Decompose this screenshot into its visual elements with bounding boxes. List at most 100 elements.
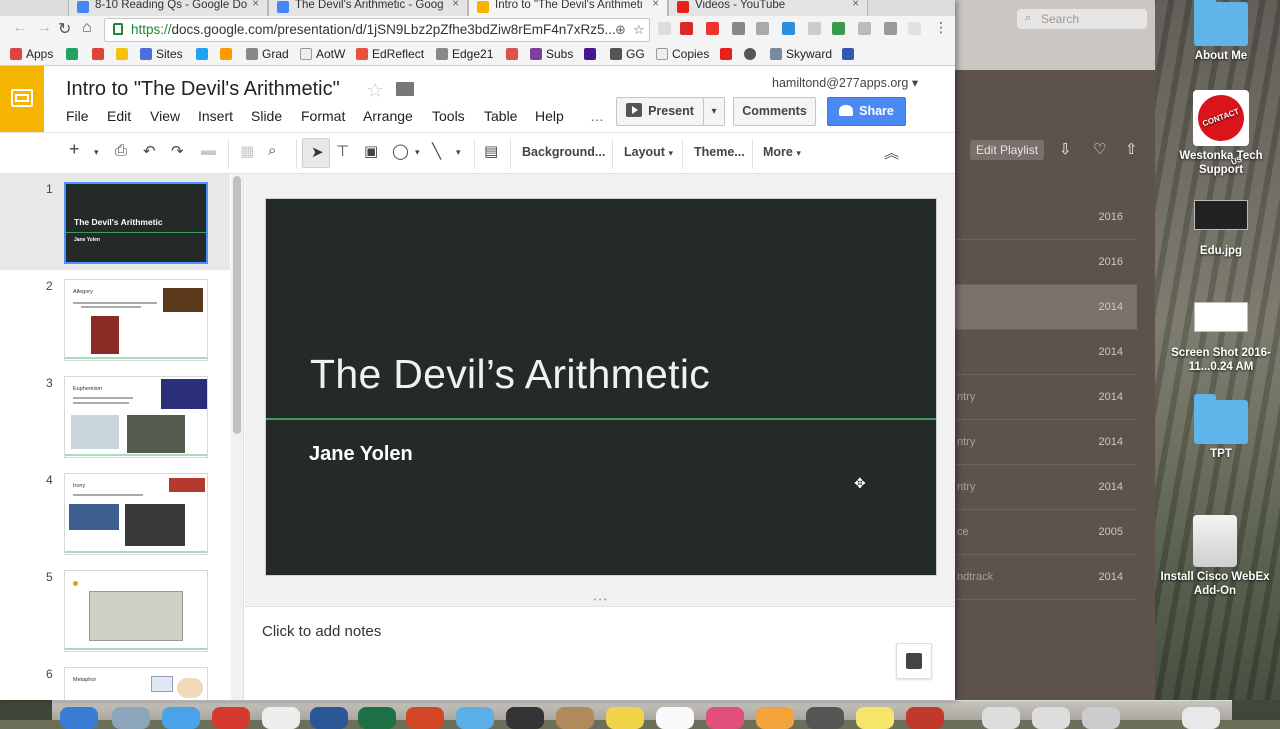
back-icon[interactable]: ←	[12, 19, 28, 37]
bookmark-extension[interactable]	[506, 47, 522, 61]
media-row[interactable]: 2014	[955, 285, 1137, 330]
reload-icon[interactable]: ↻	[58, 19, 71, 39]
filmstrip-slide-3[interactable]: 3 Euphemism	[0, 368, 230, 464]
app-icon[interactable]	[506, 707, 544, 729]
bookmark-calendar[interactable]	[842, 47, 858, 61]
chevron-down-icon[interactable]: ▾	[415, 147, 420, 158]
menu-slide[interactable]: Slide	[251, 108, 282, 124]
media-row[interactable]: ntry 2014	[955, 375, 1137, 420]
bookmark-gg[interactable]: GG	[610, 47, 645, 61]
itunes-icon[interactable]	[706, 707, 744, 729]
menu-table[interactable]: Table	[484, 108, 517, 124]
media-row[interactable]: 2014	[955, 330, 1137, 375]
close-icon[interactable]: ×	[452, 0, 459, 10]
menu-insert[interactable]: Insert	[198, 108, 233, 124]
menu-tools[interactable]: Tools	[432, 108, 465, 124]
paint-format-icon[interactable]: ▬	[201, 142, 216, 159]
extension-icon[interactable]	[808, 22, 821, 35]
browser-tab[interactable]: 8-10 Reading Qs - Google Do ×	[68, 0, 268, 16]
app-icon[interactable]	[456, 707, 494, 729]
document-icon[interactable]	[1032, 707, 1070, 729]
extension-icon[interactable]	[908, 22, 921, 35]
home-icon[interactable]: ⌂	[82, 19, 92, 37]
word-icon[interactable]	[310, 707, 348, 729]
present-dropdown-button[interactable]: ▾	[703, 97, 725, 126]
extension-icon[interactable]	[658, 22, 671, 35]
new-slide-icon[interactable]: +	[69, 139, 80, 160]
theme-button[interactable]: Theme...	[694, 145, 745, 159]
address-bar[interactable]: https://docs.google.com/presentation/d/1…	[104, 18, 650, 42]
speaker-notes-panel[interactable]: Click to add notes	[245, 606, 955, 700]
star-icon[interactable]: ☆	[366, 78, 384, 103]
filmstrip-slide-4[interactable]: 4 Irony	[0, 465, 230, 561]
bookmark-youtube[interactable]	[720, 47, 736, 61]
bookmark-twitter[interactable]	[196, 47, 212, 61]
launchpad-icon[interactable]	[112, 707, 150, 729]
desktop-icon-webex[interactable]: Install Cisco WebEx Add-On	[1160, 515, 1270, 598]
background-button[interactable]: Background...	[522, 145, 605, 159]
browser-tab-active[interactable]: Intro to "The Devil's Arithmeti ×	[468, 0, 668, 16]
powerpoint-icon[interactable]	[406, 707, 444, 729]
extension-icon[interactable]	[832, 22, 845, 35]
bookmark-gmail[interactable]	[92, 47, 108, 61]
slide-subtitle[interactable]: Jane Yolen	[309, 443, 413, 466]
current-slide[interactable]: The Devil’s Arithmetic Jane Yolen ✥	[265, 198, 937, 576]
present-button[interactable]: Present	[616, 97, 704, 126]
bookmark-subs[interactable]: Subs	[530, 47, 573, 61]
bookmark-apps[interactable]: Apps	[10, 47, 53, 61]
finder-icon[interactable]	[60, 707, 98, 729]
filmstrip-scrollbar[interactable]	[231, 174, 243, 700]
chevron-down-icon[interactable]: ▾	[456, 147, 461, 158]
bookmark-drive[interactable]	[66, 47, 82, 61]
media-row[interactable]: ce 2005	[955, 510, 1137, 555]
bookmark-grad[interactable]: Grad	[246, 47, 289, 61]
menu-file[interactable]: File	[66, 108, 89, 124]
bookmark-amazon[interactable]	[220, 47, 236, 61]
browser-tab[interactable]: The Devil's Arithmetic - Goog ×	[268, 0, 468, 16]
notes-resize-handle[interactable]: • • •	[245, 596, 955, 606]
close-icon[interactable]: ×	[852, 0, 859, 10]
extension-icon[interactable]	[884, 22, 897, 35]
download-icon[interactable]: ⇩	[1059, 140, 1072, 158]
stickies-icon[interactable]	[856, 707, 894, 729]
bookmark-aotw[interactable]: AotW	[300, 47, 345, 61]
comment-icon[interactable]: ▤	[484, 142, 498, 160]
more-button[interactable]: More ▾	[763, 145, 801, 159]
notes-placeholder[interactable]: Click to add notes	[262, 623, 381, 640]
extension-icon[interactable]	[756, 22, 769, 35]
chrome-menu-icon[interactable]: ⋮	[934, 19, 948, 36]
extension-icon[interactable]	[706, 22, 719, 35]
bookmark-skyward[interactable]: Skyward	[770, 47, 832, 61]
bookmark-star-icon[interactable]: ☆	[633, 22, 645, 38]
zoom-fit-icon[interactable]: ▦	[240, 142, 254, 160]
desktop-icon-about-me[interactable]: About Me	[1166, 0, 1276, 63]
calendar-icon[interactable]	[262, 707, 300, 729]
bookmark-kahoot[interactable]	[584, 47, 600, 61]
bookmark-classroom[interactable]	[116, 47, 132, 61]
trash-icon[interactable]	[1182, 707, 1220, 729]
safari-icon[interactable]	[162, 707, 200, 729]
line-icon[interactable]: ╲	[432, 142, 441, 160]
app-icon[interactable]	[806, 707, 844, 729]
media-row[interactable]: 2016	[955, 195, 1137, 240]
app-icon[interactable]	[756, 707, 794, 729]
bookmark-skype[interactable]	[744, 47, 760, 61]
menu-view[interactable]: View	[150, 108, 180, 124]
notes-icon[interactable]	[606, 707, 644, 729]
media-search-input[interactable]: ⌕ Search	[1017, 9, 1147, 29]
extension-icon[interactable]	[782, 22, 795, 35]
extension-icon[interactable]	[858, 22, 871, 35]
explore-button[interactable]	[896, 643, 932, 679]
zoom-icon[interactable]: ⌕	[268, 142, 276, 159]
browser-tab[interactable]: Videos - YouTube ×	[668, 0, 868, 16]
bookmark-copies[interactable]: Copies	[656, 47, 709, 61]
excel-icon[interactable]	[358, 707, 396, 729]
app-icon[interactable]	[656, 707, 694, 729]
document-icon[interactable]	[982, 707, 1020, 729]
filmstrip-slide-2[interactable]: 2 Allegory	[0, 271, 230, 367]
scrollbar-thumb[interactable]	[233, 176, 241, 434]
forward-icon[interactable]: →	[36, 19, 52, 37]
slide-title[interactable]: The Devil’s Arithmetic	[310, 351, 710, 398]
bookmark-sites[interactable]: Sites	[140, 47, 183, 61]
bookmark-edreflect[interactable]: EdReflect	[356, 47, 424, 61]
